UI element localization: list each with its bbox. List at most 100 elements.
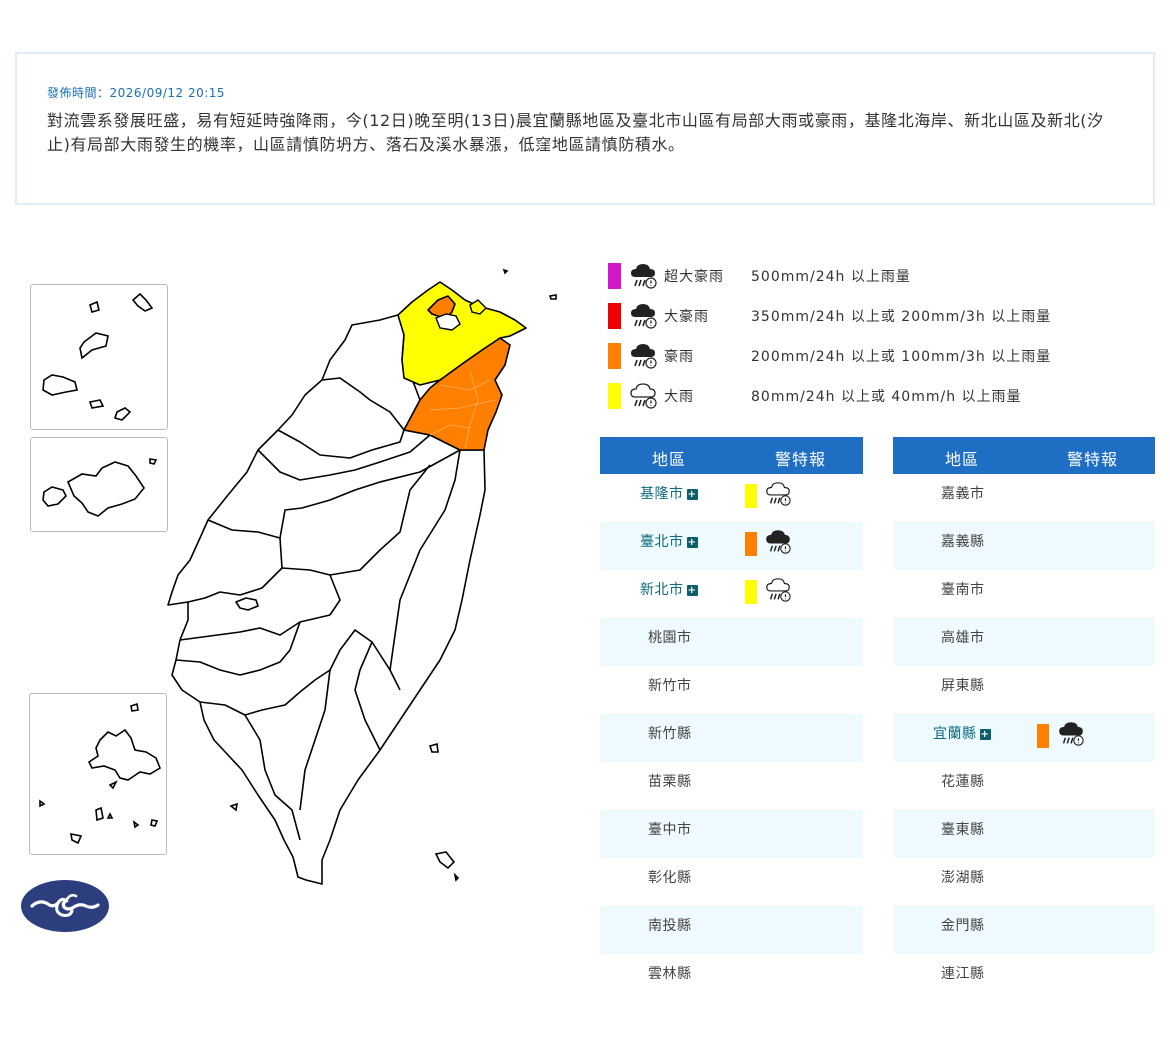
legend-label: 大雨 [664, 389, 694, 405]
county-name: 新竹縣 [648, 723, 692, 743]
county-label: 新竹市 [648, 678, 692, 694]
legend-description: 200mm/24h 以上或 100mm/3h 以上雨量 [751, 349, 1052, 365]
legend-description: 80mm/24h 以上或 40mm/h 以上雨量 [751, 389, 1022, 405]
table-row: 臺東縣 [893, 810, 1155, 858]
storm-rain-icon [764, 528, 792, 556]
county-table-left: 地區 警特報 基隆市 + 臺北市 + 新北市 + 桃園市 新竹市 新竹縣 苗栗縣 臺中市 彰化縣 南投縣… [600, 437, 863, 1002]
legend-label: 超大豪雨 [664, 269, 724, 285]
county-label: 臺南市 [941, 582, 985, 598]
county-label: 花蓮縣 [941, 774, 985, 790]
table-row: 南投縣 [600, 906, 863, 954]
county-label[interactable]: 基隆市 [640, 486, 684, 502]
table-row: 桃園市 [600, 618, 863, 666]
table-row: 嘉義市 [893, 474, 1155, 522]
header-warning: 警特報 [1067, 450, 1119, 469]
county-name: 金門縣 [941, 915, 985, 935]
county-label: 高雄市 [941, 630, 985, 646]
county-name: 南投縣 [648, 915, 692, 935]
table-row: 嘉義縣 [893, 522, 1155, 570]
table-row: 屏東縣 [893, 666, 1155, 714]
county-name: 花蓮縣 [941, 771, 985, 791]
issue-time: 發佈時間：2026/09/12 20:15 [47, 86, 226, 100]
county-name: 臺中市 [648, 819, 692, 839]
table-row: 高雄市 [893, 618, 1155, 666]
warning-swatch [745, 580, 757, 604]
penghu-islands [39, 702, 161, 845]
heavy-rain-icon [764, 480, 792, 508]
county-name[interactable]: 新北市 + [640, 579, 698, 599]
storm-rain-icon [1057, 720, 1085, 748]
table-row: 苗栗縣 [600, 762, 863, 810]
warning-swatch [745, 484, 757, 508]
cwa-logo [20, 879, 110, 933]
heavy-rain-icon [764, 576, 792, 604]
legend-description: 350mm/24h 以上或 200mm/3h 以上雨量 [751, 309, 1052, 325]
storm-rain-icon [628, 301, 658, 331]
table-row: 雲林縣 [600, 954, 863, 1002]
county-label: 彰化縣 [648, 870, 692, 886]
table-header: 地區 警特報 [893, 437, 1155, 474]
table-row: 臺南市 [893, 570, 1155, 618]
legend-swatch [608, 343, 621, 369]
county-name[interactable]: 基隆市 + [640, 483, 698, 503]
table-row[interactable]: 臺北市 + [600, 522, 863, 570]
county-name[interactable]: 臺北市 + [640, 531, 698, 551]
county-table-right: 地區 警特報 嘉義市嘉義縣臺南市高雄市屏東縣宜蘭縣 + 花蓮縣臺東縣澎湖縣金門縣連江… [893, 437, 1155, 1002]
legend-description: 500mm/24h 以上雨量 [751, 269, 911, 285]
county-name: 臺南市 [941, 579, 985, 599]
county-name: 連江縣 [941, 963, 985, 983]
legend-swatch [608, 263, 621, 289]
table-row[interactable]: 宜蘭縣 + [893, 714, 1155, 762]
county-label: 桃園市 [648, 630, 692, 646]
expand-plus-icon[interactable]: + [686, 537, 698, 548]
county-label: 臺東縣 [941, 822, 985, 838]
table-row: 新竹縣 [600, 714, 863, 762]
county-name: 屏東縣 [941, 675, 985, 695]
legend-swatch [608, 383, 621, 409]
county-label: 屏東縣 [941, 678, 985, 694]
legend-label: 豪雨 [664, 349, 694, 365]
kinmen-islands [42, 458, 158, 517]
county-name: 桃園市 [648, 627, 692, 647]
warning-notice: 發佈時間：2026/09/12 20:15 對流雲系發展旺盛，易有短延時強降雨，… [15, 52, 1155, 205]
legend-item-torrential: 豪雨 200mm/24h 以上或 100mm/3h 以上雨量 [600, 338, 1160, 378]
storm-rain-icon [628, 261, 658, 291]
warning-swatch [1037, 724, 1049, 748]
county-label: 雲林縣 [648, 966, 692, 982]
expand-plus-icon[interactable]: + [979, 729, 991, 740]
legend-item-super-torrential: 超大豪雨 500mm/24h 以上雨量 [600, 258, 1160, 298]
table-row[interactable]: 基隆市 + [600, 474, 863, 522]
header-area: 地區 [945, 450, 980, 469]
rain-legend: 超大豪雨 500mm/24h 以上雨量 大豪雨 350mm/24h 以上或 20… [600, 258, 1160, 418]
county-name: 雲林縣 [648, 963, 692, 983]
table-row: 臺中市 [600, 810, 863, 858]
table-row[interactable]: 新北市 + [600, 570, 863, 618]
table-row: 新竹市 [600, 666, 863, 714]
header-area: 地區 [652, 450, 687, 469]
county-name[interactable]: 宜蘭縣 + [933, 723, 991, 743]
county-label[interactable]: 宜蘭縣 [933, 726, 977, 742]
warning-swatch [745, 532, 757, 556]
taiwan-map-svg [39, 268, 557, 885]
county-name: 新竹市 [648, 675, 692, 695]
expand-plus-icon[interactable]: + [686, 585, 698, 596]
county-name: 彰化縣 [648, 867, 692, 887]
county-name: 苗栗縣 [648, 771, 692, 791]
header-warning: 警特報 [775, 450, 827, 469]
legend-item-heavy: 大雨 80mm/24h 以上或 40mm/h 以上雨量 [600, 378, 1160, 418]
table-row: 連江縣 [893, 954, 1155, 1002]
county-label: 金門縣 [941, 918, 985, 934]
county-label: 嘉義縣 [941, 534, 985, 550]
table-row: 彰化縣 [600, 858, 863, 906]
expand-plus-icon[interactable]: + [686, 489, 698, 500]
county-label: 苗栗縣 [648, 774, 692, 790]
table-row: 金門縣 [893, 906, 1155, 954]
county-label[interactable]: 新北市 [640, 582, 684, 598]
county-label[interactable]: 臺北市 [640, 534, 684, 550]
county-name: 澎湖縣 [941, 867, 985, 887]
county-label: 連江縣 [941, 966, 985, 982]
table-row: 澎湖縣 [893, 858, 1155, 906]
county-label: 南投縣 [648, 918, 692, 934]
county-label: 嘉義市 [941, 486, 985, 502]
county-name: 嘉義縣 [941, 531, 985, 551]
